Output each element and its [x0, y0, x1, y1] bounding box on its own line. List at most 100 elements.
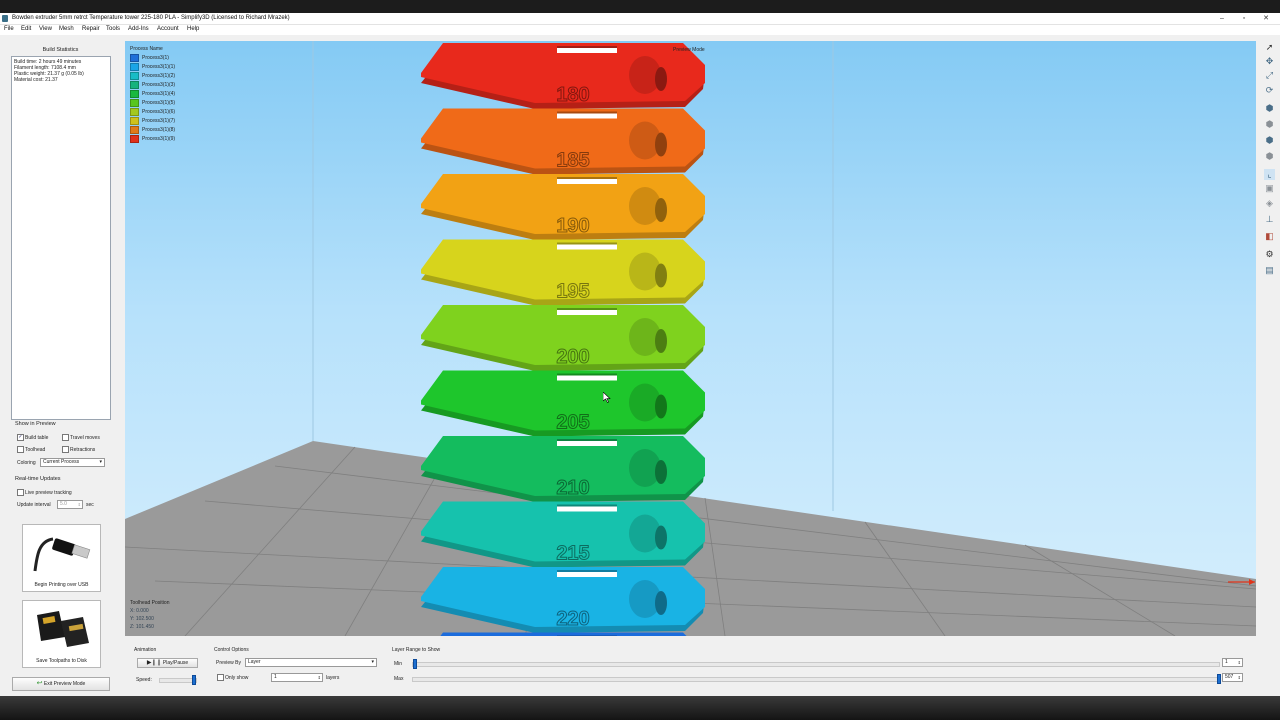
legend-item: Process3(1)(4)	[130, 90, 175, 99]
toolhead-checkbox[interactable]	[17, 446, 24, 453]
exit-preview-button[interactable]: ↩ Exit Preview Mode	[12, 677, 110, 691]
tower-floor: 195	[421, 239, 705, 306]
bridge-edge	[557, 177, 617, 179]
preview-by-select[interactable]: Layer ▾	[245, 658, 377, 667]
menu-help[interactable]: Help	[187, 26, 199, 32]
overhang-hole	[655, 132, 667, 157]
speed-slider-thumb[interactable]	[192, 675, 196, 685]
menu-edit[interactable]: Edit	[21, 26, 31, 32]
chevron-down-icon: ▾	[371, 659, 374, 665]
legend-item: Process3(1)(5)	[130, 99, 175, 108]
overhang-hole	[655, 525, 667, 550]
view-top-icon[interactable]: ⬢	[1264, 103, 1275, 114]
overhang-hole	[655, 394, 667, 419]
play-pause-label: Play/Pause	[162, 660, 189, 666]
back-arrow-icon: ↩	[36, 680, 43, 687]
layer-max-slider[interactable]	[412, 674, 1221, 684]
app-icon	[2, 15, 8, 22]
section-icon[interactable]: ◧	[1264, 231, 1275, 242]
gear-icon[interactable]: ⚙	[1264, 249, 1275, 260]
stat-material-cost: Material cost: 21.37	[14, 77, 58, 83]
update-interval-label: Update interval	[17, 502, 51, 508]
bottom-panel: Animation ▶❙❙ Play/Pause Speed: Control …	[125, 643, 1256, 693]
legend-swatch	[130, 72, 139, 80]
retractions-checkbox[interactable]	[62, 446, 69, 453]
floor-temperature-label: 200	[556, 346, 589, 368]
cursor-icon[interactable]: ➚	[1264, 42, 1275, 53]
update-interval-input[interactable]: 5.0 ⇕	[57, 500, 83, 509]
build-table-checkbox[interactable]: ✓	[17, 434, 24, 441]
screen-bottom-bezel	[0, 696, 1280, 720]
live-preview-checkbox[interactable]	[17, 489, 24, 496]
update-interval-unit: sec	[86, 502, 94, 508]
floor-temperature-label: 195	[556, 281, 589, 303]
only-show-checkbox[interactable]	[217, 674, 224, 681]
toolhead-icon[interactable]: ◈	[1264, 198, 1275, 209]
usb-print-card[interactable]: Begin Printing over USB	[22, 524, 101, 592]
overhang-hole	[655, 67, 667, 91]
move-icon[interactable]: ✥	[1264, 56, 1275, 67]
menu-add-ins[interactable]: Add-Ins	[128, 26, 149, 32]
retractions-label: Retractions	[70, 447, 96, 453]
cube-icon[interactable]: ▣	[1264, 183, 1275, 194]
layer-min-label: Min	[394, 661, 403, 667]
maximize-button[interactable]: ▫	[1238, 14, 1250, 23]
realtime-updates-title: Real-time Updates	[15, 476, 61, 482]
bridge-edge	[557, 46, 617, 48]
speed-label: Speed:	[136, 677, 152, 683]
play-pause-button[interactable]: ▶❙❙ Play/Pause	[137, 658, 198, 668]
axis-icon[interactable]: ⌞	[1264, 169, 1275, 180]
travel-moves-label: Travel moves	[70, 435, 100, 441]
floor-temperature-label: 220	[556, 608, 589, 630]
save-to-disk-card[interactable]: Save Toolpaths to Disk	[22, 600, 101, 668]
overhang-hole	[655, 591, 667, 615]
travel-moves-checkbox[interactable]	[62, 434, 69, 441]
view-front-icon[interactable]: ⬢	[1264, 119, 1275, 130]
layer-max-slider-thumb[interactable]	[1217, 674, 1221, 684]
menu-mesh[interactable]: Mesh	[59, 26, 74, 32]
rotate-icon[interactable]: ⟳	[1264, 85, 1275, 96]
tower-floor: 190	[421, 174, 705, 240]
close-button[interactable]: ✕	[1260, 14, 1272, 23]
spin-icon: ⇕	[77, 502, 81, 507]
machine-icon[interactable]: ▤	[1264, 265, 1275, 276]
legend-label: Process3(1)(2)	[142, 73, 176, 79]
legend-label: Process3(1)(5)	[142, 100, 176, 106]
sd-card-icon	[37, 611, 89, 647]
legend-item: Process3(1)(2)	[130, 72, 175, 81]
view-left-icon[interactable]: ⬢	[1264, 135, 1275, 146]
ruler-icon[interactable]: ⊥	[1264, 214, 1275, 225]
bridge-edge	[557, 570, 617, 572]
legend-item: Process3(1)(9)	[130, 135, 175, 144]
only-show-input[interactable]: 1 ⇕	[271, 673, 323, 682]
floor-temperature-label: 180	[556, 84, 589, 106]
menu-file[interactable]: File	[4, 26, 14, 32]
speed-slider[interactable]	[159, 675, 197, 685]
menu-repair[interactable]: Repair	[82, 26, 100, 32]
minimize-button[interactable]: –	[1216, 14, 1228, 23]
save-to-disk-label: Save Toolpaths to Disk	[36, 658, 87, 664]
layer-max-input[interactable]: 507 ⇕	[1222, 673, 1243, 682]
layer-min-slider[interactable]	[412, 659, 1220, 669]
menu-tools[interactable]: Tools	[106, 26, 120, 32]
legend-swatch	[130, 63, 139, 71]
layer-min-input[interactable]: 1 ⇕	[1222, 658, 1243, 667]
legend-item: Process3(1)(3)	[130, 81, 175, 90]
legend-label: Process3(1)(3)	[142, 82, 176, 88]
floor-temperature-label: 215	[556, 543, 589, 565]
coloring-select[interactable]: Current Process ▾	[40, 458, 105, 467]
only-show-value: 1	[274, 674, 277, 680]
legend-label: Process3(1)(8)	[142, 127, 176, 133]
scale-icon[interactable]: ⤢	[1264, 70, 1275, 81]
layer-min-slider-thumb[interactable]	[413, 659, 417, 669]
menu-view[interactable]: View	[39, 26, 52, 32]
floor-temperature-label: 210	[556, 477, 589, 499]
preview-viewport[interactable]: 180 185 190 195 200 205 210 215 220 Process Name…	[125, 41, 1256, 636]
legend-item: Process3(1)(7)	[130, 117, 175, 126]
update-interval-value: 5.0	[60, 501, 67, 507]
view-right-icon[interactable]: ⬢	[1264, 151, 1275, 162]
layers-label: layers	[326, 675, 340, 681]
menu-account[interactable]: Account	[157, 26, 179, 32]
tower-floor: 200	[421, 305, 705, 371]
build-scene: 180 185 190 195 200 205 210 215 220	[125, 41, 1256, 636]
